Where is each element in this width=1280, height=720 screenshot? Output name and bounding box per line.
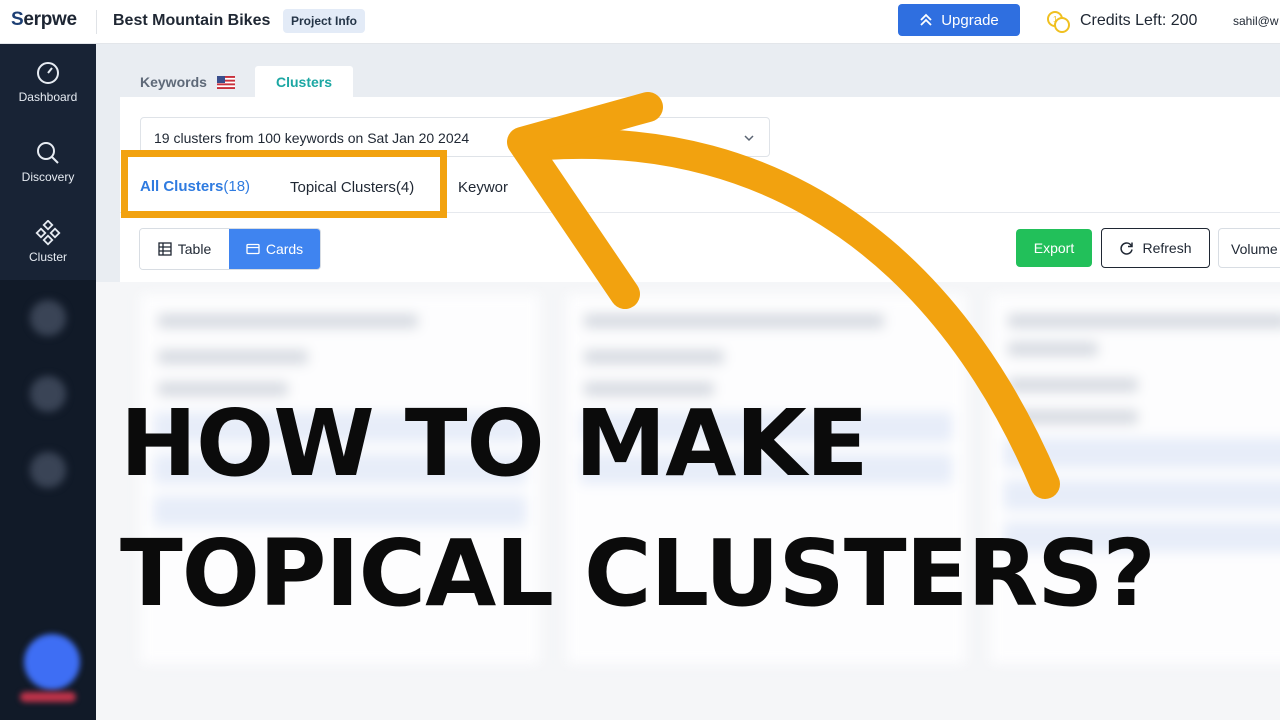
blurred-icon [30,300,66,336]
us-flag-icon [216,75,235,89]
export-button[interactable]: Export [1016,229,1092,267]
svg-text:1: 1 [1053,15,1058,24]
top-header: Serpwe Best Mountain Bikes Project Info … [0,0,1280,44]
refresh-button[interactable]: Refresh [1101,228,1210,268]
tab-clusters[interactable]: Clusters [255,66,353,98]
cluster-run-value: 19 clusters from 100 keywords on Sat Jan… [154,130,470,146]
upgrade-label: Upgrade [941,11,999,29]
sidebar-item-dashboard[interactable]: Dashboard [0,60,96,120]
table-icon [158,242,172,256]
sidebar-item-discovery[interactable]: Discovery [0,140,96,200]
view-table-label: Table [177,241,212,257]
headline-line-1: HOW TO MAKE [120,390,869,497]
header-divider [96,10,97,34]
card-icon [246,243,260,255]
sidebar-item-label: Dashboard [18,90,78,104]
cluster-icon [35,220,61,246]
blurred-cluster-cards [96,282,1280,720]
headline-line-2: TOPICAL CLUSTERS? [120,520,1156,627]
sidebar: Dashboard Discovery Cluster [0,44,96,720]
view-cards-label: Cards [265,241,304,257]
gauge-icon [37,62,59,84]
sidebar-item-label: Discovery [21,170,75,184]
view-cards-button[interactable]: Cards [229,229,320,269]
upgrade-button[interactable]: Upgrade [898,4,1020,36]
coins-icon: 1 [1047,11,1070,33]
volume-sort-button[interactable]: Volume [1218,228,1280,268]
chat-widget-badge [20,692,76,702]
credits-left: Credits Left: 200 [1080,12,1198,29]
highlight-box [121,150,447,218]
refresh-label: Refresh [1142,240,1192,256]
search-icon [37,142,59,164]
sidebar-item-label: Cluster [28,250,67,264]
chat-widget-button[interactable] [24,634,80,690]
upgrade-chevrons-icon [920,13,932,26]
chevron-down-icon [744,135,754,142]
project-info-button[interactable]: Project Info [283,9,366,33]
project-title: Best Mountain Bikes [113,12,271,29]
user-account[interactable]: sahil@w [1233,14,1279,28]
view-table-button[interactable]: Table [140,229,230,269]
tab-keywords-label: Keywords [140,74,207,90]
refresh-icon [1120,241,1134,255]
blurred-icon [30,452,66,488]
app-logo[interactable]: Serpwe [11,9,77,31]
blurred-icon [30,376,66,412]
sidebar-item-cluster[interactable]: Cluster [0,220,96,280]
view-toggle: Table Cards [139,228,321,270]
subtab-keywords[interactable]: Keywor [458,179,508,196]
tab-keywords[interactable]: Keywords [140,74,235,90]
